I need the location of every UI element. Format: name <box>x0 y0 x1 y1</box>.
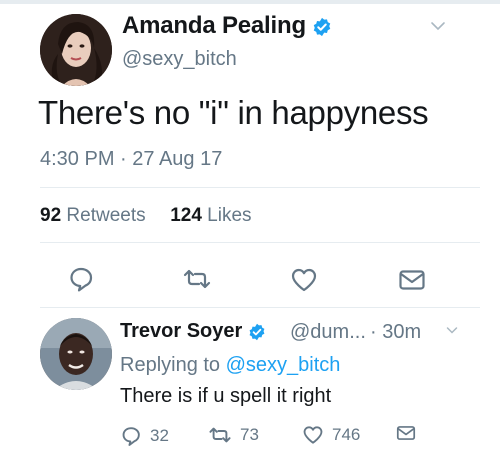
reply-dm-action[interactable] <box>396 425 416 441</box>
direct-message-icon[interactable] <box>398 269 426 291</box>
reply-author-name: Trevor Soyer <box>120 320 243 342</box>
retweet-icon <box>209 427 231 443</box>
divider <box>40 242 480 243</box>
reply-reply-action[interactable]: 32 <box>120 425 169 447</box>
author-handle[interactable]: @sexy_bitch <box>122 48 237 71</box>
retweet-count: 73 <box>240 425 259 444</box>
tweet-stats: 92 Retweets 124 Likes <box>40 205 252 227</box>
likes-stat[interactable]: 124 Likes <box>170 205 251 226</box>
divider <box>40 187 480 188</box>
reply-like-action[interactable]: 746 <box>302 425 360 445</box>
like-icon <box>303 426 323 444</box>
retweets-label: Retweets <box>66 205 146 226</box>
replying-to-handle[interactable]: @sexy_bitch <box>226 354 341 376</box>
reply-count: 32 <box>150 426 169 445</box>
avatar[interactable] <box>40 318 112 390</box>
chevron-down-icon[interactable] <box>446 326 458 335</box>
reply-icon <box>122 427 140 446</box>
likes-count: 124 <box>170 205 202 226</box>
like-count: 746 <box>332 425 361 444</box>
likes-label: Likes <box>207 205 252 226</box>
verified-badge-icon <box>314 17 331 36</box>
retweets-stat[interactable]: 92 Retweets <box>40 205 146 226</box>
direct-message-icon <box>396 426 416 440</box>
top-border <box>0 0 500 4</box>
replying-to-label: Replying to <box>120 354 221 376</box>
chevron-down-icon[interactable] <box>430 20 446 32</box>
retweet-icon[interactable] <box>182 268 212 290</box>
replying-to: Replying to @sexy_bitch <box>120 354 340 377</box>
reply-text: There is if u spell it right <box>120 385 332 407</box>
reply-author[interactable]: Trevor Soyer <box>120 320 266 343</box>
author-name-text: Amanda Pealing <box>122 12 306 39</box>
reply-retweet-action[interactable]: 73 <box>208 425 259 445</box>
like-icon[interactable] <box>290 267 318 293</box>
avatar[interactable] <box>40 14 112 86</box>
divider <box>40 307 480 308</box>
reply-icon[interactable] <box>67 265 95 293</box>
tweet-timestamp[interactable]: 4:30 PM · 27 Aug 17 <box>40 148 222 171</box>
reply-handle[interactable]: @dum... <box>290 321 366 344</box>
author-name[interactable]: Amanda Pealing <box>122 12 332 40</box>
retweets-count: 92 <box>40 205 62 226</box>
verified-badge-icon <box>249 323 265 340</box>
reply-time[interactable]: · 30m <box>370 321 421 344</box>
tweet-text: There's no "i" in happyness <box>38 94 429 131</box>
